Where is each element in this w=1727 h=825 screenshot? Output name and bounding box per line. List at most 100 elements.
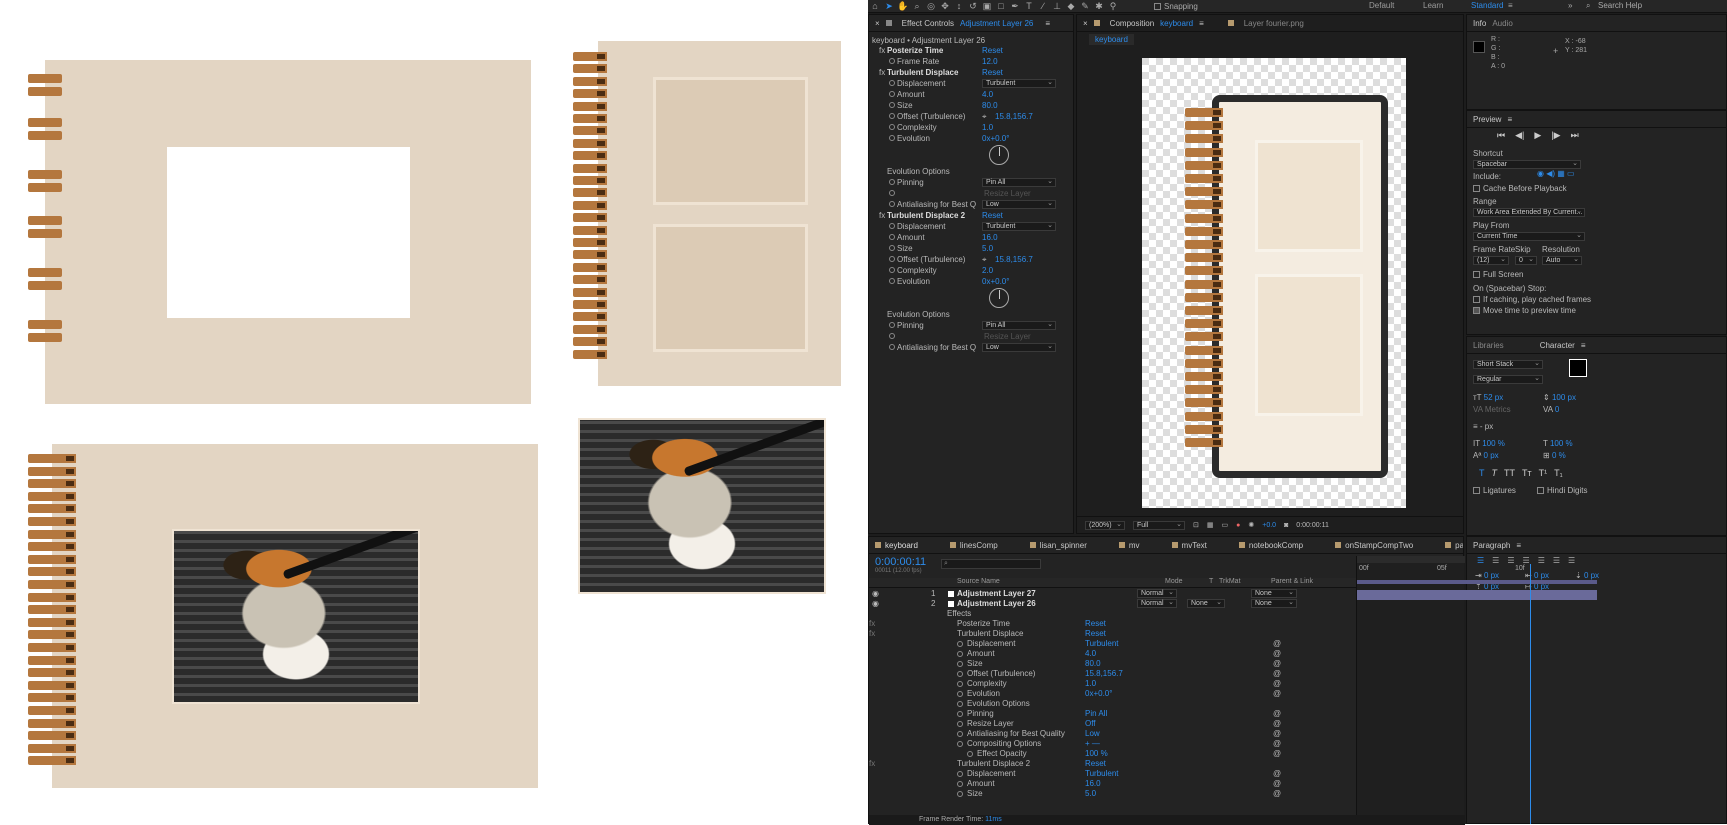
space-after-value[interactable]: 0 px (1584, 571, 1599, 580)
font-style-dropdown[interactable]: Regular (1473, 375, 1543, 384)
search-help-field[interactable]: Search Help (1598, 1, 1642, 10)
pick-whip-icon[interactable]: @ (1273, 639, 1281, 649)
effect-row[interactable]: Evolution 0x+0.0° (869, 276, 1073, 287)
vertical-scale-value[interactable]: 100 % (1482, 439, 1505, 448)
indent-right-value[interactable]: 0 px (1534, 571, 1549, 580)
mode-dropdown[interactable]: Normal (1137, 599, 1177, 608)
horizontal-scale-value[interactable]: 100 % (1550, 439, 1573, 448)
brush-tool-icon[interactable]: ∕ (1036, 1, 1050, 12)
effect-value[interactable]: Reset (982, 67, 1003, 78)
pick-whip-icon[interactable]: @ (1273, 739, 1281, 749)
property-row[interactable]: Offset (Turbulence) 15.8,156.7 @ (869, 669, 1357, 679)
skip-field[interactable]: 0 (1515, 256, 1537, 265)
eraser-tool-icon[interactable]: ◆ (1064, 1, 1078, 12)
effect-row[interactable]: Antialiasing for Best Q Low (869, 199, 1073, 210)
panel-menu-icon[interactable]: ≡ (1045, 19, 1050, 28)
parent-dropdown[interactable]: None (1251, 599, 1297, 608)
effect-dropdown[interactable]: Low (982, 343, 1056, 352)
snapping-checkbox[interactable] (1154, 2, 1161, 10)
audio-tab[interactable]: Audio (1492, 19, 1512, 28)
character-tab[interactable]: Character (1540, 341, 1575, 350)
range-dropdown[interactable]: Work Area Extended By Current... (1473, 208, 1585, 217)
effect-value[interactable]: 2.0 (982, 265, 993, 276)
stopwatch-icon[interactable] (889, 267, 895, 273)
composition-viewer[interactable] (1142, 58, 1406, 508)
stopwatch-icon[interactable] (889, 245, 895, 251)
dolly-tool-icon[interactable]: ↕ (952, 1, 966, 12)
pick-whip-icon[interactable]: @ (1273, 719, 1281, 729)
color-channel-icon[interactable]: ● (1236, 522, 1240, 529)
property-value[interactable]: Turbulent (1085, 769, 1119, 779)
property-row[interactable]: Size 80.0 @ (869, 659, 1357, 669)
next-frame-icon[interactable]: |▶ (1551, 130, 1560, 141)
property-value[interactable]: Reset (1085, 759, 1106, 769)
property-value[interactable]: Turbulent (1085, 639, 1119, 649)
stopwatch-icon[interactable] (957, 781, 963, 787)
effect-value[interactable]: 15.8,156.7 (995, 111, 1033, 122)
property-row[interactable]: fx Turbulent Displace Reset (869, 629, 1357, 639)
play-icon[interactable]: ▶ (1534, 130, 1541, 141)
stopwatch-icon[interactable] (889, 333, 895, 339)
pick-whip-icon[interactable]: @ (1273, 749, 1281, 759)
effect-row[interactable]: Evolution Options (869, 166, 1073, 177)
stopwatch-icon[interactable] (957, 691, 963, 697)
effect-row[interactable]: Offset (Turbulence) 15.8,156.7 ⌖ (869, 254, 1073, 265)
point-target-icon[interactable]: ⌖ (982, 254, 987, 265)
effect-value[interactable]: 80.0 (982, 100, 998, 111)
selection-tool-icon[interactable]: ➤ (882, 1, 896, 12)
parent-header[interactable]: Parent & Link (1271, 578, 1313, 585)
include-icons[interactable]: ◉ ◀) ▦ ▭ (1537, 169, 1575, 178)
stopwatch-icon[interactable] (889, 135, 895, 141)
pick-whip-icon[interactable]: @ (1273, 679, 1281, 689)
transparency-grid-icon[interactable]: ▦ (1207, 521, 1214, 529)
effect-row[interactable]: Complexity 1.0 (869, 122, 1073, 133)
zoom-dropdown[interactable]: (200%) (1085, 520, 1125, 530)
layer-bar-26[interactable] (1357, 590, 1597, 600)
property-value[interactable]: 80.0 (1085, 659, 1101, 669)
pick-whip-icon[interactable]: @ (1273, 779, 1281, 789)
evolution-dial[interactable] (989, 288, 1009, 308)
effect-row[interactable]: Frame Rate 12.0 (869, 56, 1073, 67)
property-value[interactable]: 0x+0.0° (1085, 689, 1112, 699)
timeline-tab[interactable]: linesComp (949, 541, 998, 550)
faux-italic-button[interactable]: T (1492, 468, 1498, 478)
composition-tab[interactable]: × Composition keyboard ≡ Layer fourier.p… (1077, 15, 1463, 32)
snapshot-icon[interactable]: ◙ (1284, 522, 1288, 529)
stopwatch-icon[interactable] (889, 179, 895, 185)
hand-tool-icon[interactable]: ✋ (896, 1, 910, 12)
effect-value[interactable]: 16.0 (982, 232, 998, 243)
property-row[interactable]: fx Turbulent Displace 2 Reset (869, 759, 1357, 769)
frame-rate-dropdown[interactable]: (12) (1473, 256, 1509, 265)
font-family-dropdown[interactable]: Short Stack (1473, 360, 1543, 369)
stopwatch-icon[interactable] (957, 671, 963, 677)
property-value[interactable]: 16.0 (1085, 779, 1101, 789)
tracking-value[interactable]: 0 (1555, 405, 1559, 414)
layer-row[interactable]: ◉ 2 Adjustment Layer 26 Normal None None (869, 599, 1357, 609)
property-row[interactable]: Amount 16.0 @ (869, 779, 1357, 789)
effect-row[interactable]: Evolution Options (869, 309, 1073, 320)
all-caps-button[interactable]: TT (1504, 468, 1515, 478)
stopwatch-icon[interactable] (889, 190, 895, 196)
exposure-value[interactable]: +0.0 (1262, 522, 1276, 529)
stopwatch-icon[interactable] (957, 661, 963, 667)
fx-toggle-icon[interactable]: fx (879, 210, 885, 221)
stopwatch-icon[interactable] (889, 322, 895, 328)
parent-dropdown[interactable]: None (1251, 589, 1297, 598)
effect-value[interactable]: 0x+0.0° (982, 133, 1009, 144)
stopwatch-icon[interactable] (957, 711, 963, 717)
zoom-tool-icon[interactable]: ⌕ (910, 1, 924, 12)
property-value[interactable]: Low (1085, 729, 1100, 739)
first-frame-icon[interactable]: ⏮ (1497, 130, 1505, 141)
point-target-icon[interactable]: ⌖ (982, 111, 987, 122)
stopwatch-icon[interactable] (957, 681, 963, 687)
effect-row[interactable]: Amount 4.0 (869, 89, 1073, 100)
faux-bold-button[interactable]: T (1479, 468, 1485, 478)
more-workspaces-icon[interactable]: » (1568, 1, 1572, 10)
effect-row[interactable]: Size 5.0 (869, 243, 1073, 254)
search-icon[interactable]: ⌕ (1586, 1, 1590, 11)
effect-dropdown[interactable]: Low (982, 200, 1056, 209)
layer-name[interactable]: Adjustment Layer 27 (957, 589, 1036, 599)
if-caching-checkbox[interactable] (1473, 296, 1480, 304)
stopwatch-icon[interactable] (957, 651, 963, 657)
resolution-dropdown[interactable]: Auto (1542, 256, 1582, 265)
